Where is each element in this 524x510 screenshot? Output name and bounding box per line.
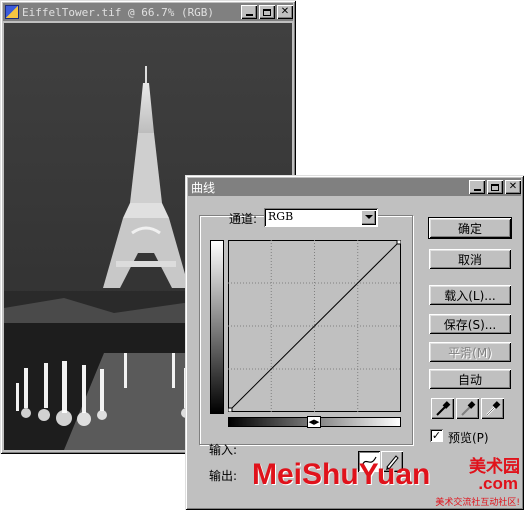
output-gradient-bar	[210, 240, 224, 414]
black-eyedropper-icon	[436, 401, 451, 416]
curves-dialog-titlebar[interactable]: 曲线 ✕	[188, 178, 521, 196]
preview-label[interactable]: 预览(P)	[448, 429, 489, 446]
watermark-slogan: 美术交流社互动社区!	[435, 498, 520, 508]
cancel-button[interactable]: 取消	[429, 249, 511, 269]
maximize-button[interactable]	[259, 5, 275, 19]
input-label: 输入:	[209, 443, 238, 457]
curve-control-point[interactable]	[396, 240, 401, 245]
preview-checkbox[interactable]: ✓	[430, 429, 443, 442]
minimize-icon	[245, 14, 253, 16]
load-button[interactable]: 载入(L)...	[429, 285, 511, 305]
white-eyedropper-icon	[486, 401, 501, 416]
image-window-titlebar[interactable]: EiffelTower.tif @ 66.7% (RGB) ✕	[3, 3, 293, 21]
channel-label: 通道:	[229, 212, 258, 226]
output-label: 输出:	[209, 469, 238, 483]
save-button[interactable]: 保存(S)...	[429, 314, 511, 334]
photoshop-doc-icon	[5, 5, 19, 19]
dialog-maximize-button[interactable]	[487, 180, 503, 194]
gray-eyedropper-button[interactable]	[456, 398, 479, 419]
white-eyedropper-button[interactable]	[481, 398, 504, 419]
close-icon: ✕	[280, 6, 290, 17]
maximize-icon	[491, 183, 499, 191]
chevron-down-icon[interactable]	[361, 210, 376, 225]
channel-value: RGB	[268, 210, 294, 223]
black-eyedropper-button[interactable]	[431, 398, 454, 419]
curves-dialog-title: 曲线	[191, 180, 216, 195]
channel-select[interactable]: RGB	[264, 208, 378, 227]
checkmark-icon: ✓	[431, 429, 442, 442]
smooth-button[interactable]: 平滑(M)	[429, 342, 511, 362]
watermark-domain: .com	[478, 474, 518, 493]
curve-control-point[interactable]	[228, 407, 233, 412]
curve-graph[interactable]	[228, 240, 401, 412]
maximize-icon	[263, 8, 271, 16]
minimize-icon	[473, 189, 481, 191]
minimize-button[interactable]	[241, 5, 257, 19]
auto-button[interactable]: 自动	[429, 369, 511, 389]
dialog-minimize-button[interactable]	[469, 180, 485, 194]
watermark-brand: MeiShuYuan	[252, 458, 431, 491]
image-window-title: EiffelTower.tif @ 66.7% (RGB)	[22, 5, 215, 19]
dialog-close-button[interactable]: ✕	[505, 180, 521, 194]
swap-arrows-icon: ◀▶	[308, 417, 320, 426]
gray-eyedropper-icon	[461, 401, 476, 416]
gradient-direction-toggle[interactable]: ◀▶	[307, 416, 321, 428]
meishuyuan-watermark: MeiShuYuan 美术园 .com 美术交流社互动社区!	[252, 452, 524, 510]
close-icon: ✕	[508, 181, 518, 192]
ok-button[interactable]: 确定	[429, 218, 511, 238]
close-button[interactable]: ✕	[277, 5, 293, 19]
